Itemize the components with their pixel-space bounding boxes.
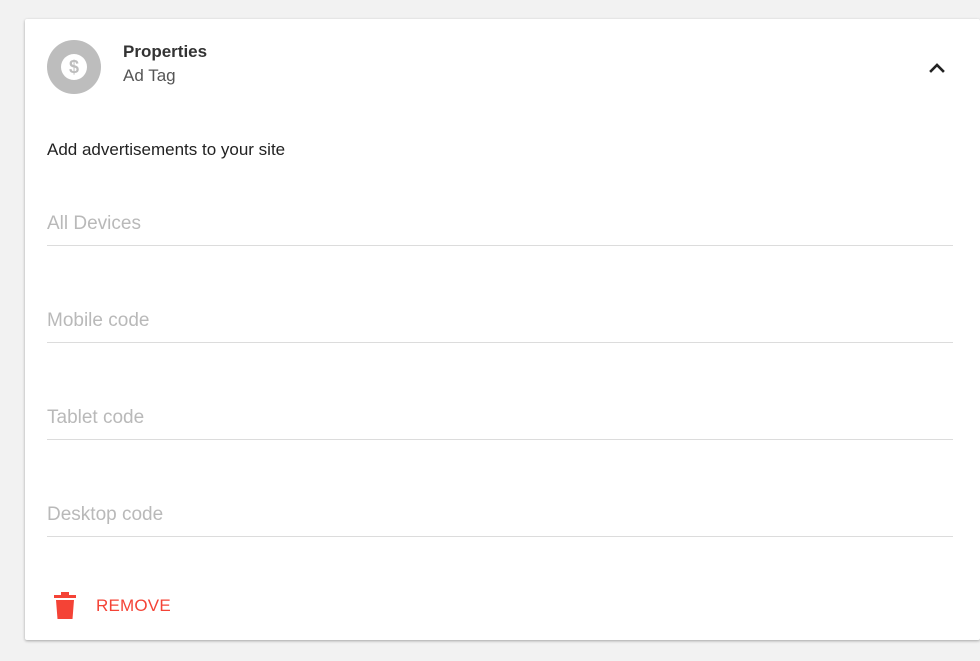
tablet-code-input[interactable] bbox=[47, 399, 953, 437]
chevron-up-icon bbox=[929, 63, 945, 73]
mobile-code-input[interactable] bbox=[47, 302, 953, 340]
desktop-code-field bbox=[47, 496, 953, 537]
all-devices-field bbox=[47, 205, 953, 246]
ad-tag-properties-card: $ Properties Ad Tag Add advertisements t… bbox=[25, 19, 980, 640]
tablet-code-field bbox=[47, 399, 953, 440]
card-title: Properties bbox=[123, 42, 208, 61]
svg-text:$: $ bbox=[69, 57, 79, 77]
collapse-button[interactable] bbox=[921, 51, 953, 83]
avatar: $ bbox=[47, 40, 101, 94]
card-header[interactable]: $ Properties Ad Tag bbox=[25, 19, 980, 119]
card-description: Add advertisements to your site bbox=[47, 140, 286, 159]
trash-icon bbox=[54, 592, 76, 619]
all-devices-input[interactable] bbox=[47, 205, 953, 243]
desktop-code-input[interactable] bbox=[47, 496, 953, 534]
mobile-code-field bbox=[47, 302, 953, 343]
remove-label: REMOVE bbox=[96, 596, 171, 615]
card-subtitle: Ad Tag bbox=[123, 66, 176, 85]
remove-button[interactable]: REMOVE bbox=[53, 591, 171, 621]
dollar-icon: $ bbox=[61, 54, 87, 80]
